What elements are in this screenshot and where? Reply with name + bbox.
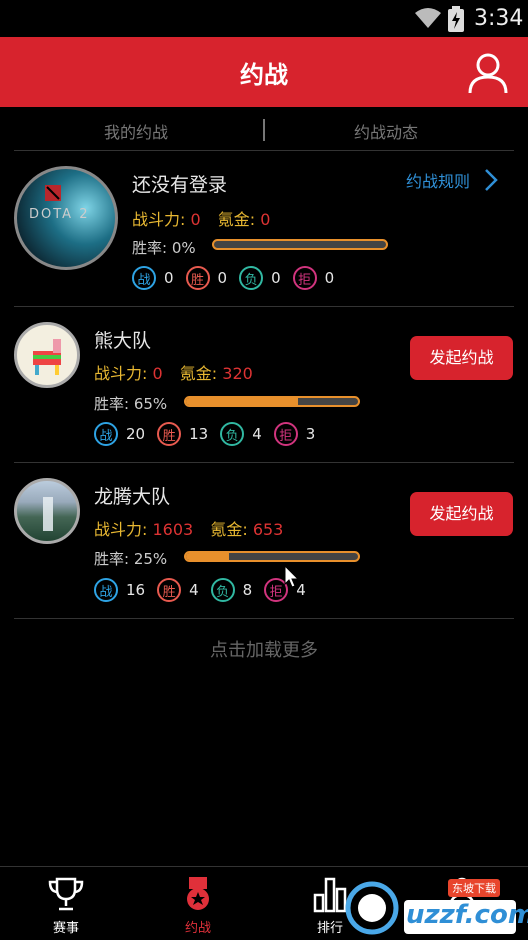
team-name: 龙腾大队 (94, 486, 171, 508)
app-header: 约战 (0, 37, 528, 107)
nav-label: 赛事 (52, 921, 79, 936)
watermark-sub: 东坡下载 (448, 879, 500, 897)
tab-divider (263, 119, 265, 141)
count-refusals: 0 (324, 269, 335, 287)
team-avatar[interactable] (14, 322, 80, 388)
watermark-logo: 东坡下载 uzzf.com (344, 876, 528, 936)
count-losses: 0 (271, 269, 281, 287)
tab-challenge-feed[interactable]: 约战动态 (354, 119, 418, 143)
team-avatar[interactable] (14, 478, 80, 544)
power-value: 0 (190, 210, 201, 229)
team-stats: 战斗力: 1603 氪金: 653 (94, 516, 295, 540)
status-bar: 3:34 (0, 0, 528, 37)
badge-battles: 战 (94, 578, 118, 602)
count-battles: 16 (126, 581, 146, 599)
user-icon[interactable] (466, 51, 510, 95)
watermark-text: uzzf.com (406, 900, 528, 930)
gold-value: 320 (222, 364, 253, 383)
team-name: 熊大队 (94, 330, 152, 352)
tab-underline (14, 150, 514, 151)
challenge-button[interactable]: 发起约战 (410, 492, 513, 536)
challenge-button[interactable]: 发起约战 (410, 336, 513, 380)
gold-label: 氪金: (179, 364, 218, 383)
record-counts: 战0 胜0 负0 拒0 (132, 265, 346, 291)
count-battles: 0 (164, 269, 174, 287)
winrate-label: 胜率: 0% (132, 239, 196, 257)
tab-my-challenges[interactable]: 我的约战 (104, 119, 168, 143)
trophy-icon (48, 877, 84, 911)
profile-avatar-text: DOTA 2 (29, 207, 90, 222)
rules-link[interactable]: 约战规则 (406, 168, 470, 192)
badge-wins: 胜 (185, 266, 210, 290)
badge-losses: 负 (210, 578, 235, 602)
count-wins: 13 (189, 425, 209, 443)
load-more-button[interactable]: 点击加载更多 (0, 636, 528, 662)
badge-battles: 战 (94, 422, 118, 446)
badge-wins: 胜 (157, 422, 182, 446)
badge-wins: 胜 (157, 578, 182, 602)
mouse-cursor-icon (284, 565, 300, 588)
row-separator (14, 618, 514, 619)
count-wins: 4 (189, 581, 199, 599)
nav-label: 约战 (184, 921, 211, 936)
power-label: 战斗力: (94, 520, 148, 539)
team-stats: 战斗力: 0 氪金: 320 (94, 360, 265, 384)
badge-losses: 负 (220, 422, 245, 446)
chevron-right-icon[interactable] (484, 168, 498, 192)
count-refusals: 3 (305, 425, 316, 443)
badge-refusals: 拒 (292, 266, 317, 290)
winrate-label: 胜率: 25% (94, 550, 168, 568)
nav-item-events[interactable]: 赛事 (0, 867, 132, 940)
gold-label: 氪金: (210, 520, 248, 539)
profile-avatar[interactable]: DOTA 2 (14, 166, 118, 270)
count-losses: 8 (242, 581, 253, 599)
battery-charging-icon (448, 6, 464, 32)
badge-refusals: 拒 (273, 422, 298, 446)
page-title: 约战 (240, 61, 288, 89)
winrate-bar-fill (186, 398, 298, 405)
gold-value: 0 (260, 210, 271, 229)
pinata-icon (33, 339, 61, 375)
count-battles: 20 (126, 425, 146, 443)
medal-icon (187, 877, 209, 910)
winrate-bar (184, 551, 360, 562)
tab-bar: 我的约战 约战动态 (0, 107, 528, 153)
badge-losses: 负 (239, 266, 264, 290)
power-label: 战斗力: (132, 210, 186, 229)
status-time: 3:34 (474, 6, 524, 31)
gold-value: 653 (252, 520, 284, 539)
record-counts: 战 20 胜 13 负4 拒3 (94, 421, 327, 447)
winrate-label: 胜率: 65% (94, 395, 168, 413)
power-value: 0 (152, 364, 163, 383)
wifi-icon (415, 8, 441, 28)
gold-label: 氪金: (217, 210, 256, 229)
badge-battles: 战 (132, 266, 156, 290)
nav-item-challenge[interactable]: 约战 (132, 867, 264, 940)
profile-stats: 战斗力: 0 氪金: 0 (132, 206, 282, 230)
waterfall-icon (43, 497, 53, 531)
count-losses: 4 (252, 425, 262, 443)
profile-name: 还没有登录 (132, 174, 228, 196)
power-label: 战斗力: (94, 364, 148, 383)
power-value: 1603 (152, 520, 194, 539)
winrate-bar (212, 239, 388, 250)
row-separator (14, 462, 514, 463)
winrate-bar (184, 396, 360, 407)
row-separator (14, 306, 514, 307)
count-wins: 0 (217, 269, 228, 287)
winrate-bar-fill (186, 553, 229, 560)
